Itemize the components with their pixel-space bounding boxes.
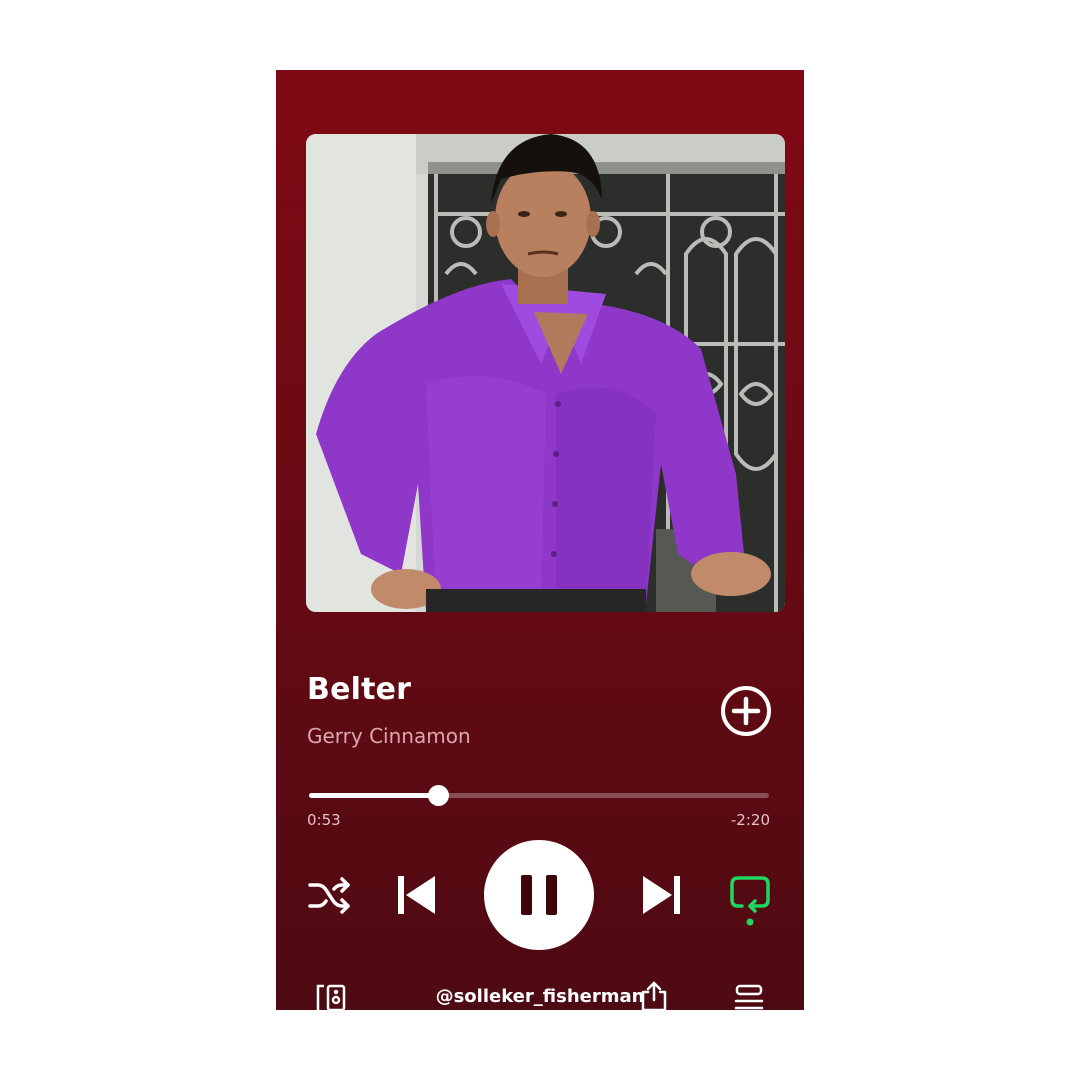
skip-previous-icon (398, 876, 435, 914)
elapsed-time: 0:53 (307, 811, 341, 829)
shuffle-icon (308, 877, 350, 914)
shuffle-button[interactable] (306, 873, 352, 917)
progress-handle[interactable] (427, 785, 449, 806)
pause-button[interactable] (484, 840, 594, 950)
track-title[interactable]: Belter (307, 672, 411, 707)
album-art (306, 134, 785, 612)
remaining-time: -2:20 (730, 811, 770, 829)
previous-track-button[interactable] (394, 872, 438, 918)
repeat-active-dot (746, 918, 754, 926)
pause-icon (521, 875, 557, 915)
add-circle-icon (721, 686, 771, 736)
track-artist[interactable]: Gerry Cinnamon (307, 724, 471, 748)
progress-bar[interactable] (309, 785, 769, 806)
watermark-handle: @solleker_fisherman (435, 986, 645, 1007)
skip-next-icon (643, 876, 680, 914)
next-track-button[interactable] (640, 872, 684, 918)
progress-bar-fill (309, 793, 438, 798)
queue-button[interactable] (734, 984, 764, 1010)
add-to-library-button[interactable] (719, 684, 773, 738)
repeat-button[interactable] (728, 872, 772, 928)
now-playing-screen: Belter Gerry Cinnamon 0:53 -2:20 @sollek… (276, 70, 804, 1010)
share-button[interactable] (640, 980, 668, 1010)
share-icon (641, 981, 667, 1010)
queue-icon (734, 984, 764, 1010)
repeat-icon (730, 876, 770, 926)
